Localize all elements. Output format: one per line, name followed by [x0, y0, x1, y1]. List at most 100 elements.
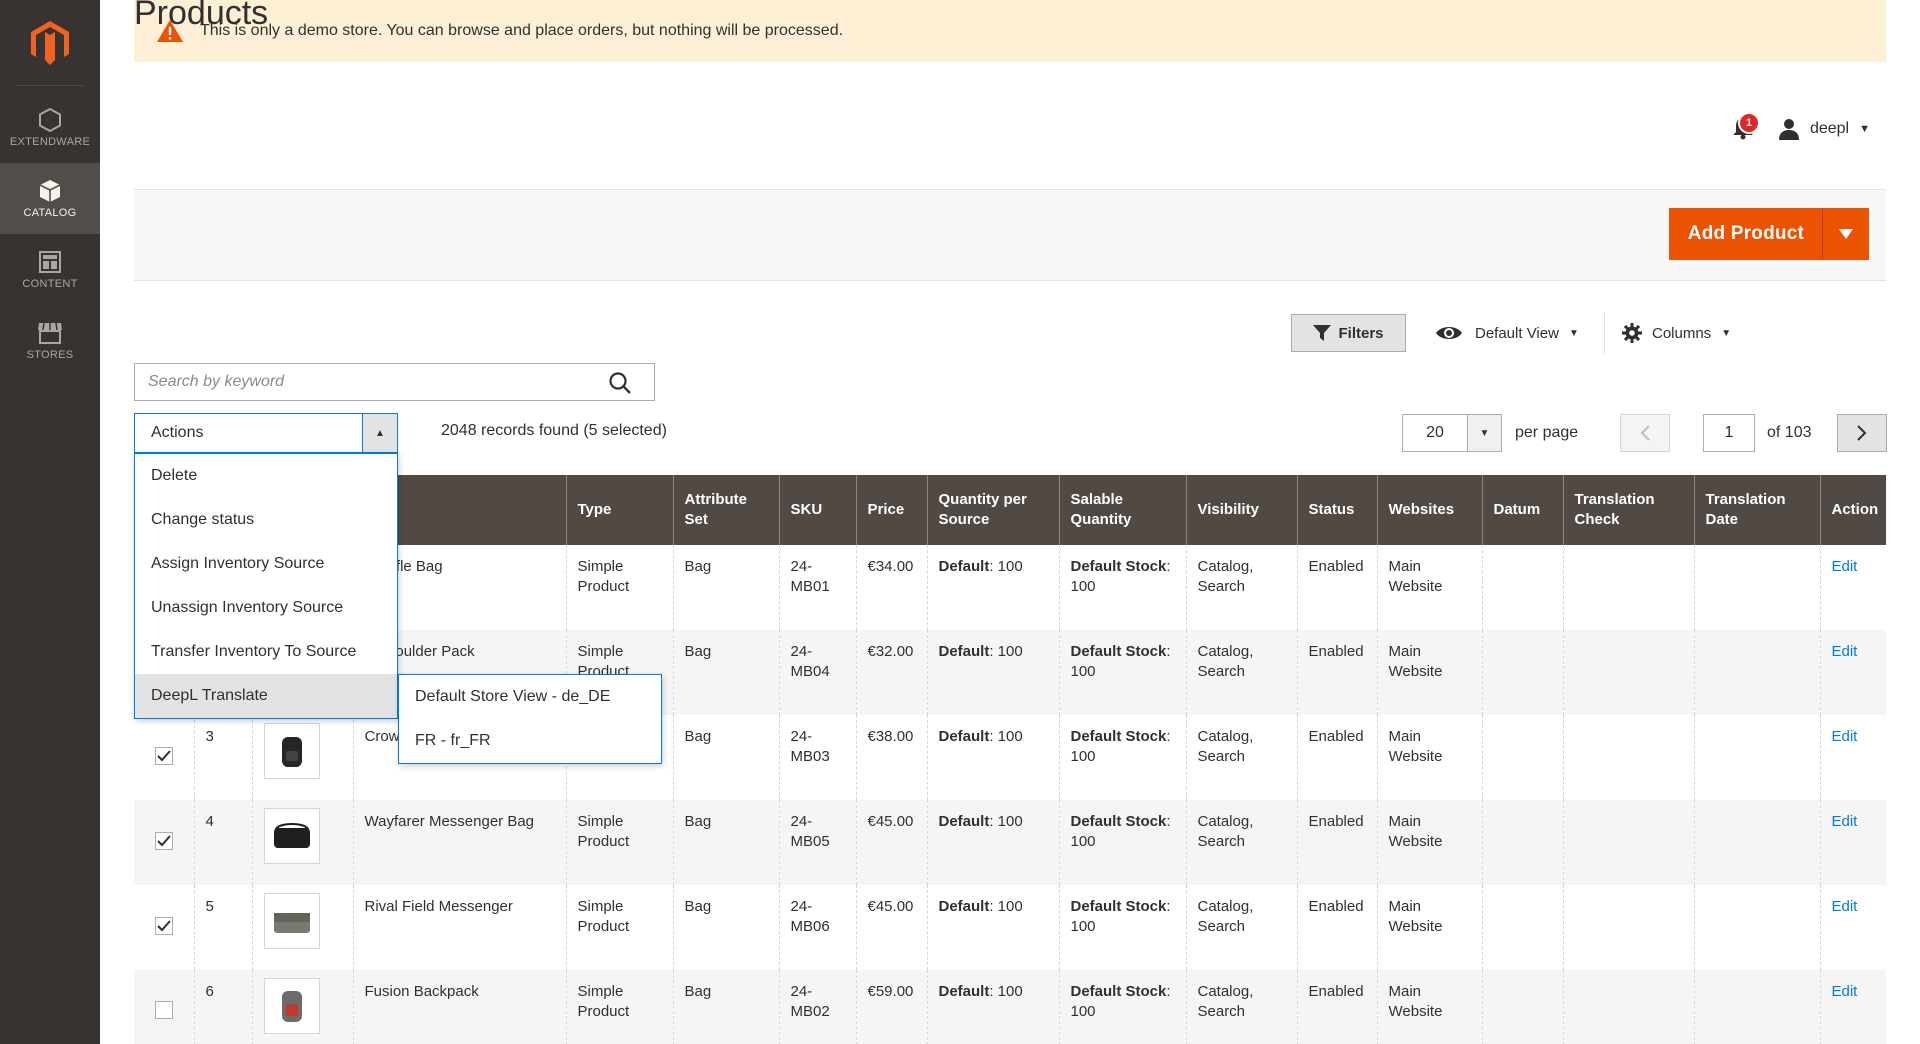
cell-thumbnail: [251, 885, 353, 970]
magento-logo[interactable]: [15, 0, 85, 86]
product-thumbnail[interactable]: [263, 893, 320, 949]
caret-down-icon[interactable]: ▼: [1467, 415, 1501, 451]
sidebar-item-catalog[interactable]: CATALOG: [0, 163, 100, 234]
next-page-button[interactable]: [1837, 414, 1887, 452]
menu-item-delete[interactable]: Delete: [135, 454, 397, 498]
salable-stock-key: Default Stock: [1070, 558, 1167, 575]
add-product-button[interactable]: Add Product: [1668, 208, 1869, 260]
cell-attribute-set: Bag: [672, 885, 779, 970]
user-icon: [1778, 119, 1799, 140]
cell-datum: [1481, 885, 1563, 970]
qty-source-value: : 100: [989, 558, 1023, 575]
submenu-item-de-de[interactable]: Default Store View - de_DE: [399, 675, 661, 719]
cell-salable-quantity: Default Stock: 100: [1058, 715, 1186, 800]
cell-type: Simple Product: [565, 800, 673, 885]
menu-item-transfer-inventory[interactable]: Transfer Inventory To Source: [135, 630, 397, 674]
per-page-value: 20: [1426, 424, 1444, 441]
column-header-datum[interactable]: Datum: [1481, 475, 1563, 545]
previous-page-button[interactable]: [1620, 414, 1670, 452]
user-menu[interactable]: deepl ▼: [1778, 118, 1870, 140]
row-checkbox[interactable]: [154, 917, 173, 935]
cell-salable-quantity: Default Stock: 100: [1058, 545, 1186, 630]
mass-actions-select[interactable]: Actions ▲: [134, 413, 398, 453]
page-header: Products 1 deepl ▼: [134, 0, 1886, 190]
cell-websites: Main Website: [1376, 545, 1482, 630]
column-header-attribute-set[interactable]: Attribute Set: [672, 475, 779, 545]
sidebar-item-extendware[interactable]: EXTENDWARE: [0, 92, 100, 163]
menu-item-unassign-inventory-source[interactable]: Unassign Inventory Source: [135, 586, 397, 630]
cell-translation-date: [1693, 545, 1820, 630]
edit-link[interactable]: Edit: [1832, 813, 1858, 830]
cell-translation-check: [1562, 630, 1694, 715]
cell-visibility: Catalog, Search: [1185, 630, 1297, 715]
column-header-price[interactable]: Price: [855, 475, 927, 545]
search-icon[interactable]: [608, 371, 632, 395]
menu-item-change-status[interactable]: Change status: [135, 498, 397, 542]
page-total: of 103: [1767, 424, 1812, 441]
page-number-input[interactable]: [1703, 414, 1755, 452]
per-page-select[interactable]: 20 ▼: [1402, 414, 1502, 452]
cell-thumbnail: [251, 800, 353, 885]
product-thumbnail[interactable]: [263, 808, 320, 864]
menu-item-deepl-translate[interactable]: DeepL Translate: [135, 674, 397, 718]
cell-salable-quantity: Default Stock: 100: [1058, 630, 1186, 715]
cell-datum: [1481, 715, 1563, 800]
column-header-status[interactable]: Status: [1296, 475, 1377, 545]
qty-source-key: Default: [938, 728, 990, 745]
edit-link[interactable]: Edit: [1832, 558, 1858, 575]
cell-status: Enabled: [1296, 800, 1377, 885]
columns-dropdown[interactable]: Columns ▼: [1622, 318, 1731, 348]
column-header-websites[interactable]: Websites: [1376, 475, 1482, 545]
row-checkbox[interactable]: [154, 747, 173, 765]
sidebar-item-content[interactable]: CONTENT: [0, 234, 100, 305]
column-header-type[interactable]: Type: [565, 475, 673, 545]
search-input[interactable]: [135, 364, 654, 400]
table-row: 6 Fusion Backpack Simple Product Bag 24-MB02…: [134, 970, 1886, 1044]
cell-websites: Main Website: [1376, 885, 1482, 970]
filters-button[interactable]: Filters: [1291, 314, 1406, 352]
cell-websites: Main Website: [1376, 800, 1482, 885]
column-header-salable-quantity: Salable Quantity: [1058, 475, 1186, 545]
default-view-dropdown[interactable]: Default View ▼: [1435, 318, 1579, 348]
row-checkbox[interactable]: [154, 1000, 173, 1019]
cell-salable-quantity: Default Stock: 100: [1058, 970, 1186, 1044]
cell-visibility: Catalog, Search: [1185, 885, 1297, 970]
cell-id: 6: [193, 970, 252, 1044]
edit-link[interactable]: Edit: [1832, 643, 1858, 660]
funnel-icon: [1313, 325, 1332, 341]
page-title: Products: [134, 0, 269, 32]
cell-translation-date: [1693, 885, 1820, 970]
edit-link[interactable]: Edit: [1832, 983, 1858, 1000]
salable-stock-key: Default Stock: [1070, 728, 1167, 745]
chevron-left-icon: [1640, 425, 1650, 441]
cell-attribute-set: Bag: [672, 970, 779, 1044]
column-header-translation-check[interactable]: Translation Check: [1562, 475, 1694, 545]
add-product-label[interactable]: Add Product: [1670, 209, 1822, 259]
column-header-sku[interactable]: SKU: [778, 475, 856, 545]
column-header-translation-date[interactable]: Translation Date: [1693, 475, 1820, 545]
cell-price: €34.00: [855, 545, 927, 630]
checkmark-icon: [157, 920, 171, 932]
qty-source-key: Default: [938, 898, 990, 915]
product-thumbnail[interactable]: [263, 978, 320, 1034]
submenu-item-fr-fr[interactable]: FR - fr_FR: [399, 719, 661, 763]
cell-action: Edit: [1819, 885, 1886, 970]
qty-source-value: : 100: [989, 898, 1023, 915]
cell-visibility: Catalog, Search: [1185, 545, 1297, 630]
cell-price: €38.00: [855, 715, 927, 800]
cell-name: Wayfarer Messenger Bag: [352, 800, 566, 885]
edit-link[interactable]: Edit: [1832, 898, 1858, 915]
menu-item-assign-inventory-source[interactable]: Assign Inventory Source: [135, 542, 397, 586]
caret-up-icon[interactable]: ▲: [362, 414, 397, 452]
edit-link[interactable]: Edit: [1832, 728, 1858, 745]
column-header-visibility[interactable]: Visibility: [1185, 475, 1297, 545]
checkmark-icon: [157, 835, 171, 847]
cell-datum: [1481, 970, 1563, 1044]
sidebar-item-label: STORES: [26, 348, 74, 361]
product-thumbnail[interactable]: [263, 723, 320, 779]
add-product-split-toggle[interactable]: [1822, 209, 1868, 259]
cell-quantity-per-source: Default: 100: [926, 630, 1059, 715]
table-row: 3CrowSimple ProductBag24-MB03€38.00Defau…: [134, 715, 1886, 800]
sidebar-item-stores[interactable]: STORES: [0, 305, 100, 376]
row-checkbox[interactable]: [154, 832, 173, 850]
